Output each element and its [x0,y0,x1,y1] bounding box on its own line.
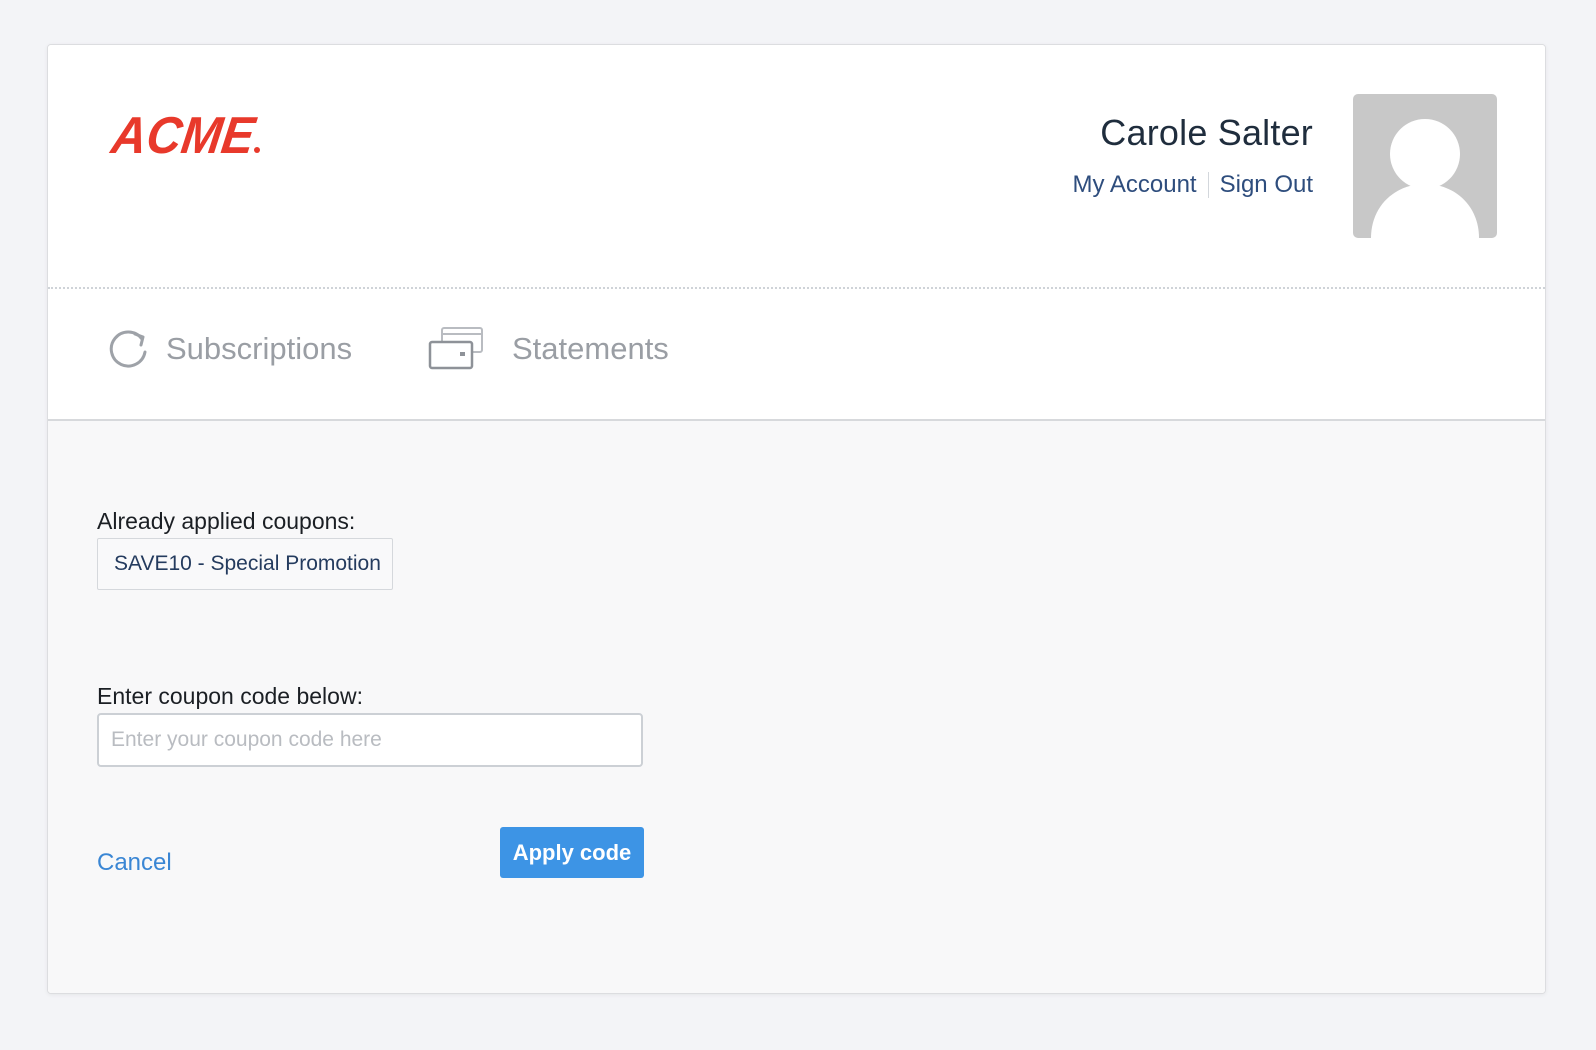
link-divider [1207,172,1209,198]
user-silhouette-icon [1371,119,1479,238]
refresh-icon [109,330,147,368]
applied-coupon-tag: SAVE10 - Special Promotion [97,538,393,590]
tab-subscriptions-label: Subscriptions [166,331,353,366]
avatar[interactable] [1353,94,1497,238]
user-name: Carole Salter [1100,112,1313,153]
portal-card: ACME Carole Salter My Account Sign Out S… [47,44,1546,994]
tab-statements[interactable]: Statements [428,324,669,374]
applied-coupons-label: Already applied coupons: [97,508,356,534]
my-account-link[interactable]: My Account [1073,171,1197,199]
main-nav: Subscriptions Statements [48,289,1545,421]
tab-subscriptions[interactable]: Subscriptions [108,324,352,374]
coupon-code-input[interactable] [97,713,643,767]
sign-out-link[interactable]: Sign Out [1220,171,1313,199]
header: ACME Carole Salter My Account Sign Out [48,45,1545,289]
acme-logo: ACME [106,107,268,165]
cards-icon [428,327,483,370]
acme-logo-graphic: ACME [106,107,260,165]
enter-coupon-label: Enter coupon code below: [97,683,363,709]
user-links: My Account Sign Out [1073,171,1313,199]
cancel-link[interactable]: Cancel [97,849,172,877]
coupon-panel: Already applied coupons: SAVE10 - Specia… [48,421,1545,993]
apply-code-button[interactable]: Apply code [500,827,644,878]
tab-statements-label: Statements [512,331,669,366]
svg-text:ACME: ACME [108,109,260,161]
